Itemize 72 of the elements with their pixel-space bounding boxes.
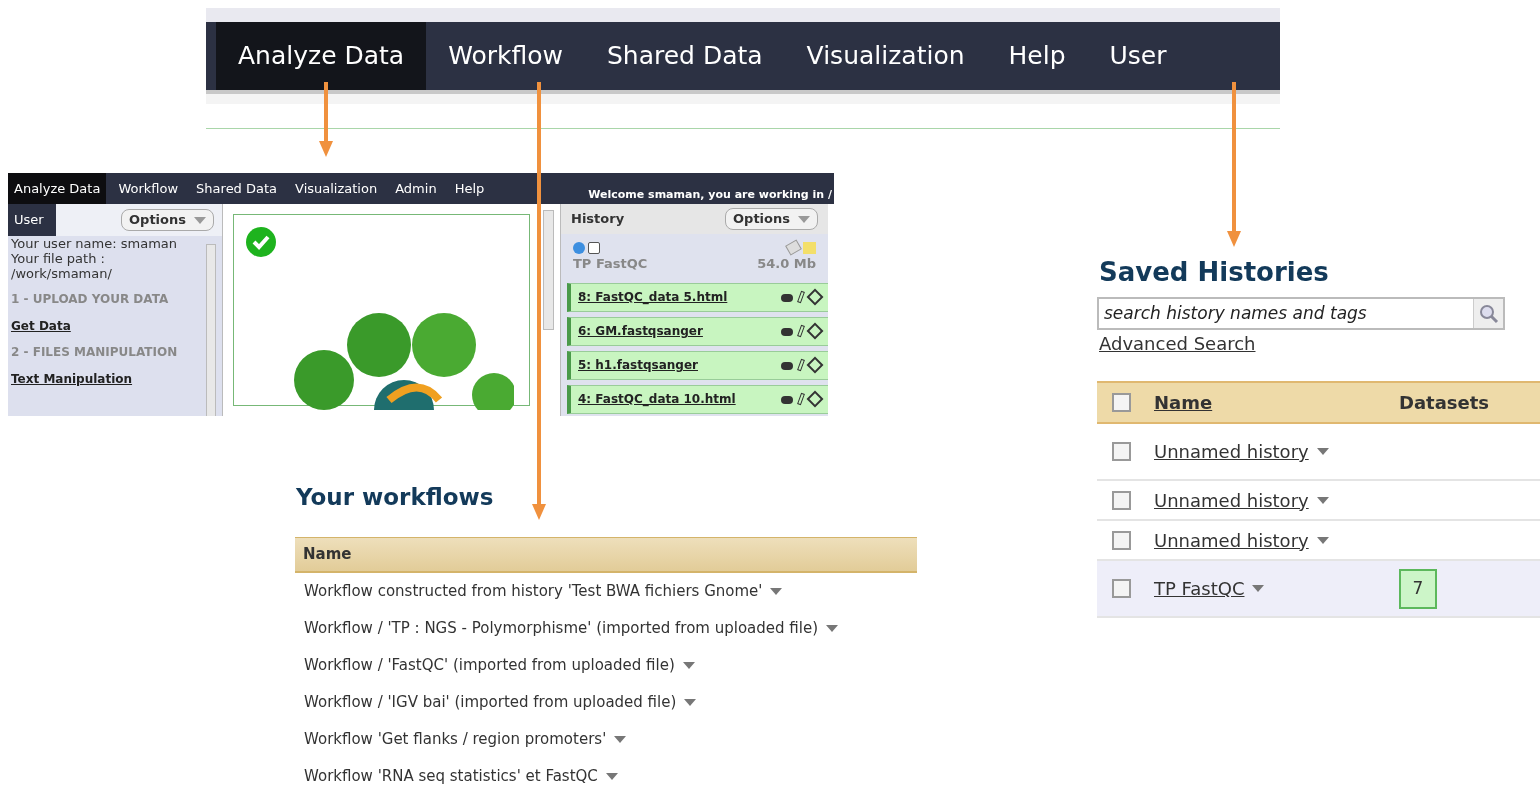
caret-icon[interactable] (194, 216, 206, 224)
nav-tab[interactable]: Analyze Data (8, 173, 107, 204)
advanced-search-link[interactable]: Advanced Search (1097, 330, 1256, 357)
column-header[interactable]: Name (1154, 389, 1399, 416)
history-link[interactable]: Unnamed history (1154, 486, 1309, 514)
history-link[interactable]: Unnamed history (1154, 438, 1309, 465)
workflow-name[interactable]: Workflow / 'TP : NGS - Polymorphisme' (imported from uploaded file) (304, 616, 818, 640)
table-row[interactable]: TP FastQC 7 (1097, 561, 1540, 618)
checkbox[interactable] (1112, 579, 1131, 598)
dataset-item[interactable]: 8: FastQC_data 5.html (567, 282, 828, 312)
caret-icon[interactable] (1316, 496, 1329, 504)
history-size: 54.0 Mb (757, 255, 816, 273)
scrollbar[interactable] (543, 210, 554, 330)
history-name: TP FastQC (573, 255, 648, 273)
nav-tab[interactable]: Shared Data (584, 22, 785, 90)
checkbox[interactable] (1112, 393, 1131, 412)
info-text: Your user name: smaman (11, 236, 179, 251)
checkbox[interactable] (1112, 530, 1131, 550)
caret-icon[interactable] (1252, 585, 1265, 592)
nav-tab[interactable]: Analyze Data (216, 22, 427, 90)
history-link[interactable]: Unnamed history (1154, 526, 1309, 554)
dataset-count: 7 (1399, 568, 1437, 609)
tool-link[interactable]: Get Data (11, 319, 71, 333)
workflow-name[interactable]: Workflow / 'FastQC' (imported from uploaded file) (304, 653, 675, 677)
collapse-icon[interactable] (588, 242, 600, 254)
welcome-text: Welcome smaman, you are working in / (588, 186, 832, 203)
nav-tab[interactable]: Help (448, 173, 491, 204)
nav-tab[interactable]: Help (986, 22, 1088, 90)
section-heading: 2 - FILES MANIPULATION (11, 345, 179, 360)
caret-icon[interactable] (826, 624, 838, 632)
caret-icon[interactable] (770, 587, 783, 595)
workflow-name[interactable]: Workflow constructed from history 'Test BWA fichiers Gnome' (304, 579, 763, 603)
dataset-item[interactable]: 5: h1.fastqsanger (567, 350, 828, 380)
scrollbar[interactable] (206, 244, 216, 416)
caret-icon[interactable] (684, 698, 697, 706)
page-title: Your workflows (295, 483, 495, 512)
panel-title: History (571, 210, 625, 229)
page-title: Saved Histories (1098, 256, 1330, 289)
info-text: Your file path : (11, 251, 106, 266)
pencil-icon[interactable] (797, 324, 805, 338)
options-button[interactable]: Options (725, 208, 818, 230)
info-text: /work/smaman/ (11, 266, 113, 281)
search-icon[interactable] (1473, 299, 1503, 328)
workflow-name[interactable]: Workflow 'RNA seq statistics' et FastQC (304, 764, 598, 788)
search-field[interactable]: search history names and tags (1097, 297, 1505, 330)
caret-icon[interactable] (1316, 536, 1329, 544)
tool-link[interactable]: Text Manipulation (11, 372, 133, 386)
nav-tab[interactable]: Workflow (426, 22, 585, 90)
caret-icon[interactable] (682, 661, 695, 669)
panel-tab[interactable]: User (8, 204, 56, 236)
workflow-name[interactable]: Workflow / 'IGV bai' (imported from uploaded file) (304, 690, 677, 714)
options-button[interactable]: Options (121, 209, 214, 231)
column-header: Datasets (1399, 391, 1490, 415)
caret-icon[interactable] (798, 215, 810, 223)
table-header: Name (295, 536, 917, 573)
caret-icon[interactable] (614, 735, 627, 743)
nav-tab[interactable]: Visualization (784, 22, 987, 90)
nav-tab[interactable]: Admin (389, 173, 443, 204)
checkbox[interactable] (1112, 490, 1131, 510)
history-link[interactable]: TP FastQC (1154, 575, 1245, 602)
nav-tab[interactable]: User (1087, 22, 1189, 90)
caret-icon[interactable] (605, 772, 618, 780)
check-icon (245, 226, 277, 258)
checkbox[interactable] (1112, 442, 1131, 461)
nav-tab[interactable]: Shared Data (190, 173, 284, 204)
dataset-item[interactable]: 6: GM.fastqsanger (567, 316, 828, 346)
nav-tab[interactable]: Visualization (289, 173, 384, 204)
caret-icon[interactable] (1316, 448, 1329, 455)
section-heading: 1 - UPLOAD YOUR DATA (11, 292, 170, 307)
nav-tab[interactable]: Workflow (112, 173, 185, 204)
workflow-name[interactable]: Workflow 'Get flanks / region promoters' (304, 727, 607, 751)
dataset-item[interactable]: 4: FastQC_data 10.html (567, 384, 828, 414)
